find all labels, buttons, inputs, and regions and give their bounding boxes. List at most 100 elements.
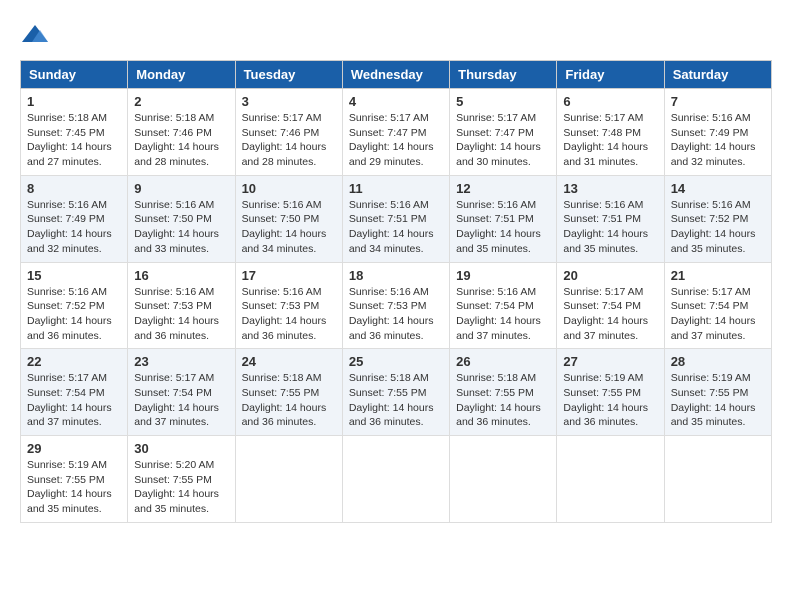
day-number: 8: [27, 181, 121, 196]
day-number: 4: [349, 94, 443, 109]
day-info: Sunrise: 5:19 AMSunset: 7:55 PMDaylight:…: [27, 458, 121, 517]
day-info: Sunrise: 5:17 AMSunset: 7:54 PMDaylight:…: [134, 371, 228, 430]
day-info: Sunrise: 5:16 AMSunset: 7:52 PMDaylight:…: [671, 198, 765, 257]
day-cell: 14 Sunrise: 5:16 AMSunset: 7:52 PMDayligh…: [664, 175, 771, 262]
week-row-5: 29 Sunrise: 5:19 AMSunset: 7:55 PMDayligh…: [21, 436, 772, 523]
day-number: 5: [456, 94, 550, 109]
day-number: 18: [349, 268, 443, 283]
day-cell: 26 Sunrise: 5:18 AMSunset: 7:55 PMDayligh…: [450, 349, 557, 436]
day-cell: 23 Sunrise: 5:17 AMSunset: 7:54 PMDayligh…: [128, 349, 235, 436]
day-number: 27: [563, 354, 657, 369]
day-info: Sunrise: 5:18 AMSunset: 7:55 PMDaylight:…: [456, 371, 550, 430]
day-info: Sunrise: 5:17 AMSunset: 7:54 PMDaylight:…: [671, 285, 765, 344]
day-number: 17: [242, 268, 336, 283]
day-cell: 8 Sunrise: 5:16 AMSunset: 7:49 PMDaylight…: [21, 175, 128, 262]
day-cell: 2 Sunrise: 5:18 AMSunset: 7:46 PMDaylight…: [128, 89, 235, 176]
day-cell: 18 Sunrise: 5:16 AMSunset: 7:53 PMDayligh…: [342, 262, 449, 349]
day-info: Sunrise: 5:18 AMSunset: 7:46 PMDaylight:…: [134, 111, 228, 170]
day-number: 14: [671, 181, 765, 196]
day-number: 29: [27, 441, 121, 456]
day-info: Sunrise: 5:20 AMSunset: 7:55 PMDaylight:…: [134, 458, 228, 517]
week-row-4: 22 Sunrise: 5:17 AMSunset: 7:54 PMDayligh…: [21, 349, 772, 436]
day-info: Sunrise: 5:17 AMSunset: 7:47 PMDaylight:…: [456, 111, 550, 170]
day-cell: 9 Sunrise: 5:16 AMSunset: 7:50 PMDaylight…: [128, 175, 235, 262]
day-cell: [664, 436, 771, 523]
day-cell: 10Sunrise: 5:16 AMSunset: 7:50 PMDayligh…: [235, 175, 342, 262]
day-cell: [450, 436, 557, 523]
day-info: Sunrise: 5:16 AMSunset: 7:53 PMDaylight:…: [349, 285, 443, 344]
day-cell: 27 Sunrise: 5:19 AMSunset: 7:55 PMDayligh…: [557, 349, 664, 436]
day-number: 1: [27, 94, 121, 109]
day-cell: 7 Sunrise: 5:16 AMSunset: 7:49 PMDaylight…: [664, 89, 771, 176]
page-header: [20, 20, 772, 50]
day-info: Sunrise: 5:17 AMSunset: 7:54 PMDaylight:…: [563, 285, 657, 344]
day-cell: 6 Sunrise: 5:17 AMSunset: 7:48 PMDaylight…: [557, 89, 664, 176]
day-number: 24: [242, 354, 336, 369]
day-number: 28: [671, 354, 765, 369]
day-number: 16: [134, 268, 228, 283]
day-number: 11: [349, 181, 443, 196]
day-cell: 16 Sunrise: 5:16 AMSunset: 7:53 PMDayligh…: [128, 262, 235, 349]
header-thursday: Thursday: [450, 61, 557, 89]
day-number: 20: [563, 268, 657, 283]
day-cell: 19Sunrise: 5:16 AMSunset: 7:54 PMDayligh…: [450, 262, 557, 349]
week-row-3: 15 Sunrise: 5:16 AMSunset: 7:52 PMDayligh…: [21, 262, 772, 349]
day-cell: 13 Sunrise: 5:16 AMSunset: 7:51 PMDayligh…: [557, 175, 664, 262]
day-cell: 17 Sunrise: 5:16 AMSunset: 7:53 PMDayligh…: [235, 262, 342, 349]
day-info: Sunrise: 5:18 AMSunset: 7:45 PMDaylight:…: [27, 111, 121, 170]
day-cell: 3Sunrise: 5:17 AMSunset: 7:46 PMDaylight…: [235, 89, 342, 176]
day-cell: 5 Sunrise: 5:17 AMSunset: 7:47 PMDaylight…: [450, 89, 557, 176]
day-number: 21: [671, 268, 765, 283]
day-info: Sunrise: 5:17 AMSunset: 7:54 PMDaylight:…: [27, 371, 121, 430]
day-cell: 11 Sunrise: 5:16 AMSunset: 7:51 PMDayligh…: [342, 175, 449, 262]
day-info: Sunrise: 5:16 AMSunset: 7:49 PMDaylight:…: [671, 111, 765, 170]
day-cell: 21 Sunrise: 5:17 AMSunset: 7:54 PMDayligh…: [664, 262, 771, 349]
day-number: 6: [563, 94, 657, 109]
logo: [20, 20, 54, 50]
day-info: Sunrise: 5:19 AMSunset: 7:55 PMDaylight:…: [671, 371, 765, 430]
calendar-header-row: SundayMondayTuesdayWednesdayThursdayFrid…: [21, 61, 772, 89]
day-number: 9: [134, 181, 228, 196]
day-info: Sunrise: 5:16 AMSunset: 7:53 PMDaylight:…: [242, 285, 336, 344]
day-cell: 4 Sunrise: 5:17 AMSunset: 7:47 PMDaylight…: [342, 89, 449, 176]
day-number: 10: [242, 181, 336, 196]
day-cell: [235, 436, 342, 523]
day-cell: [342, 436, 449, 523]
day-cell: 30 Sunrise: 5:20 AMSunset: 7:55 PMDayligh…: [128, 436, 235, 523]
day-cell: 1 Sunrise: 5:18 AMSunset: 7:45 PMDaylight…: [21, 89, 128, 176]
day-info: Sunrise: 5:16 AMSunset: 7:51 PMDaylight:…: [563, 198, 657, 257]
day-info: Sunrise: 5:16 AMSunset: 7:51 PMDaylight:…: [349, 198, 443, 257]
day-info: Sunrise: 5:16 AMSunset: 7:53 PMDaylight:…: [134, 285, 228, 344]
header-tuesday: Tuesday: [235, 61, 342, 89]
day-number: 22: [27, 354, 121, 369]
day-info: Sunrise: 5:16 AMSunset: 7:52 PMDaylight:…: [27, 285, 121, 344]
day-info: Sunrise: 5:17 AMSunset: 7:47 PMDaylight:…: [349, 111, 443, 170]
day-number: 12: [456, 181, 550, 196]
day-number: 19: [456, 268, 550, 283]
day-cell: 29 Sunrise: 5:19 AMSunset: 7:55 PMDayligh…: [21, 436, 128, 523]
day-number: 3: [242, 94, 336, 109]
day-number: 7: [671, 94, 765, 109]
day-number: 15: [27, 268, 121, 283]
day-cell: 28 Sunrise: 5:19 AMSunset: 7:55 PMDayligh…: [664, 349, 771, 436]
day-number: 13: [563, 181, 657, 196]
day-number: 23: [134, 354, 228, 369]
day-number: 30: [134, 441, 228, 456]
day-info: Sunrise: 5:19 AMSunset: 7:55 PMDaylight:…: [563, 371, 657, 430]
day-cell: 20 Sunrise: 5:17 AMSunset: 7:54 PMDayligh…: [557, 262, 664, 349]
day-number: 2: [134, 94, 228, 109]
day-cell: 25Sunrise: 5:18 AMSunset: 7:55 PMDayligh…: [342, 349, 449, 436]
header-saturday: Saturday: [664, 61, 771, 89]
week-row-2: 8 Sunrise: 5:16 AMSunset: 7:49 PMDaylight…: [21, 175, 772, 262]
day-info: Sunrise: 5:16 AMSunset: 7:49 PMDaylight:…: [27, 198, 121, 257]
day-info: Sunrise: 5:18 AMSunset: 7:55 PMDaylight:…: [242, 371, 336, 430]
header-sunday: Sunday: [21, 61, 128, 89]
day-info: Sunrise: 5:16 AMSunset: 7:50 PMDaylight:…: [134, 198, 228, 257]
week-row-1: 1 Sunrise: 5:18 AMSunset: 7:45 PMDaylight…: [21, 89, 772, 176]
calendar-table: SundayMondayTuesdayWednesdayThursdayFrid…: [20, 60, 772, 523]
header-wednesday: Wednesday: [342, 61, 449, 89]
header-monday: Monday: [128, 61, 235, 89]
day-info: Sunrise: 5:17 AMSunset: 7:48 PMDaylight:…: [563, 111, 657, 170]
day-cell: [557, 436, 664, 523]
day-number: 26: [456, 354, 550, 369]
